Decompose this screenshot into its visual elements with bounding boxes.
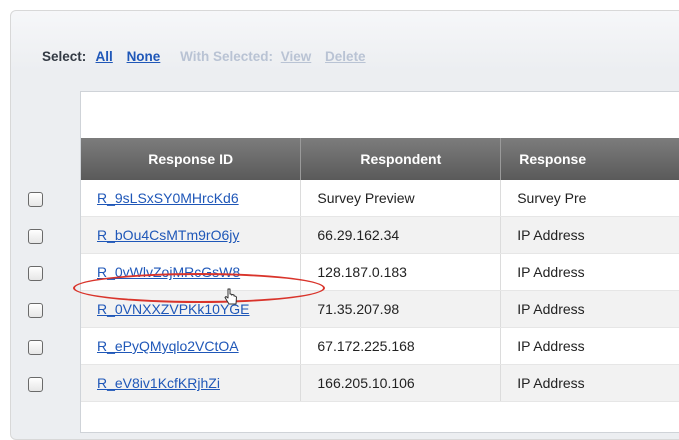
respondent-cell: 66.29.162.34 <box>300 216 502 254</box>
respondent-cell: 71.35.207.98 <box>300 290 502 328</box>
select-label: Select: <box>42 49 87 64</box>
column-header-response[interactable]: Response <box>500 138 679 180</box>
row-checkbox[interactable] <box>28 266 43 281</box>
response-cell: IP Address <box>500 216 679 254</box>
row-checkboxes <box>28 192 43 414</box>
column-header-response-id[interactable]: Response ID <box>81 138 302 180</box>
response-cell: Survey Pre <box>500 180 679 217</box>
row-checkbox[interactable] <box>28 303 43 318</box>
view-selected-link[interactable]: View <box>281 49 312 64</box>
response-cell: IP Address <box>500 364 679 402</box>
select-none-link[interactable]: None <box>127 49 161 64</box>
response-cell: IP Address <box>500 253 679 291</box>
table-row: R_bOu4CsMTm9rO6jy 66.29.162.34 IP Addres… <box>81 216 679 254</box>
select-bar: Select: All None With Selected: View Del… <box>42 49 376 71</box>
response-id-link[interactable]: R_9sLSxSY0MHrcKd6 <box>97 190 239 206</box>
respondent-cell: Survey Preview <box>300 180 502 217</box>
responses-table: Response ID Respondent Response R_9sLSxS… <box>81 138 679 402</box>
row-checkbox[interactable] <box>28 340 43 355</box>
response-id-link[interactable]: R_ePyQMyqlo2VCtOA <box>97 338 239 354</box>
hand-cursor-icon <box>224 288 237 305</box>
delete-selected-link[interactable]: Delete <box>325 49 366 64</box>
table-row: R_eV8iv1KcfKRjhZi 166.205.10.106 IP Addr… <box>81 364 679 402</box>
table-row: R_0vWlvZojMRcGsW8 128.187.0.183 IP Addre… <box>81 253 679 291</box>
select-all-link[interactable]: All <box>96 49 113 64</box>
row-checkbox[interactable] <box>28 377 43 392</box>
row-checkbox[interactable] <box>28 192 43 207</box>
table-row: R_9sLSxSY0MHrcKd6 Survey Preview Survey … <box>81 180 679 217</box>
column-header-respondent[interactable]: Respondent <box>300 138 502 180</box>
table-row: R_0VNXXZVPKk10YGE 71.35.207.98 IP Addres… <box>81 290 679 328</box>
respondent-cell: 67.172.225.168 <box>300 327 502 365</box>
table-row: R_ePyQMyqlo2VCtOA 67.172.225.168 IP Addr… <box>81 327 679 365</box>
response-id-link[interactable]: R_0vWlvZojMRcGsW8 <box>97 264 240 280</box>
table-header-row: Response ID Respondent Response <box>81 138 679 180</box>
row-checkbox[interactable] <box>28 229 43 244</box>
response-cell: IP Address <box>500 290 679 328</box>
response-cell: IP Address <box>500 327 679 365</box>
response-id-link[interactable]: R_eV8iv1KcfKRjhZi <box>97 375 220 391</box>
responses-table-panel: Response ID Respondent Response R_9sLSxS… <box>80 91 679 433</box>
respondent-cell: 128.187.0.183 <box>300 253 502 291</box>
with-selected-label: With Selected: <box>180 49 273 64</box>
response-id-link[interactable]: R_bOu4CsMTm9rO6jy <box>97 227 239 243</box>
respondent-cell: 166.205.10.106 <box>300 364 502 402</box>
